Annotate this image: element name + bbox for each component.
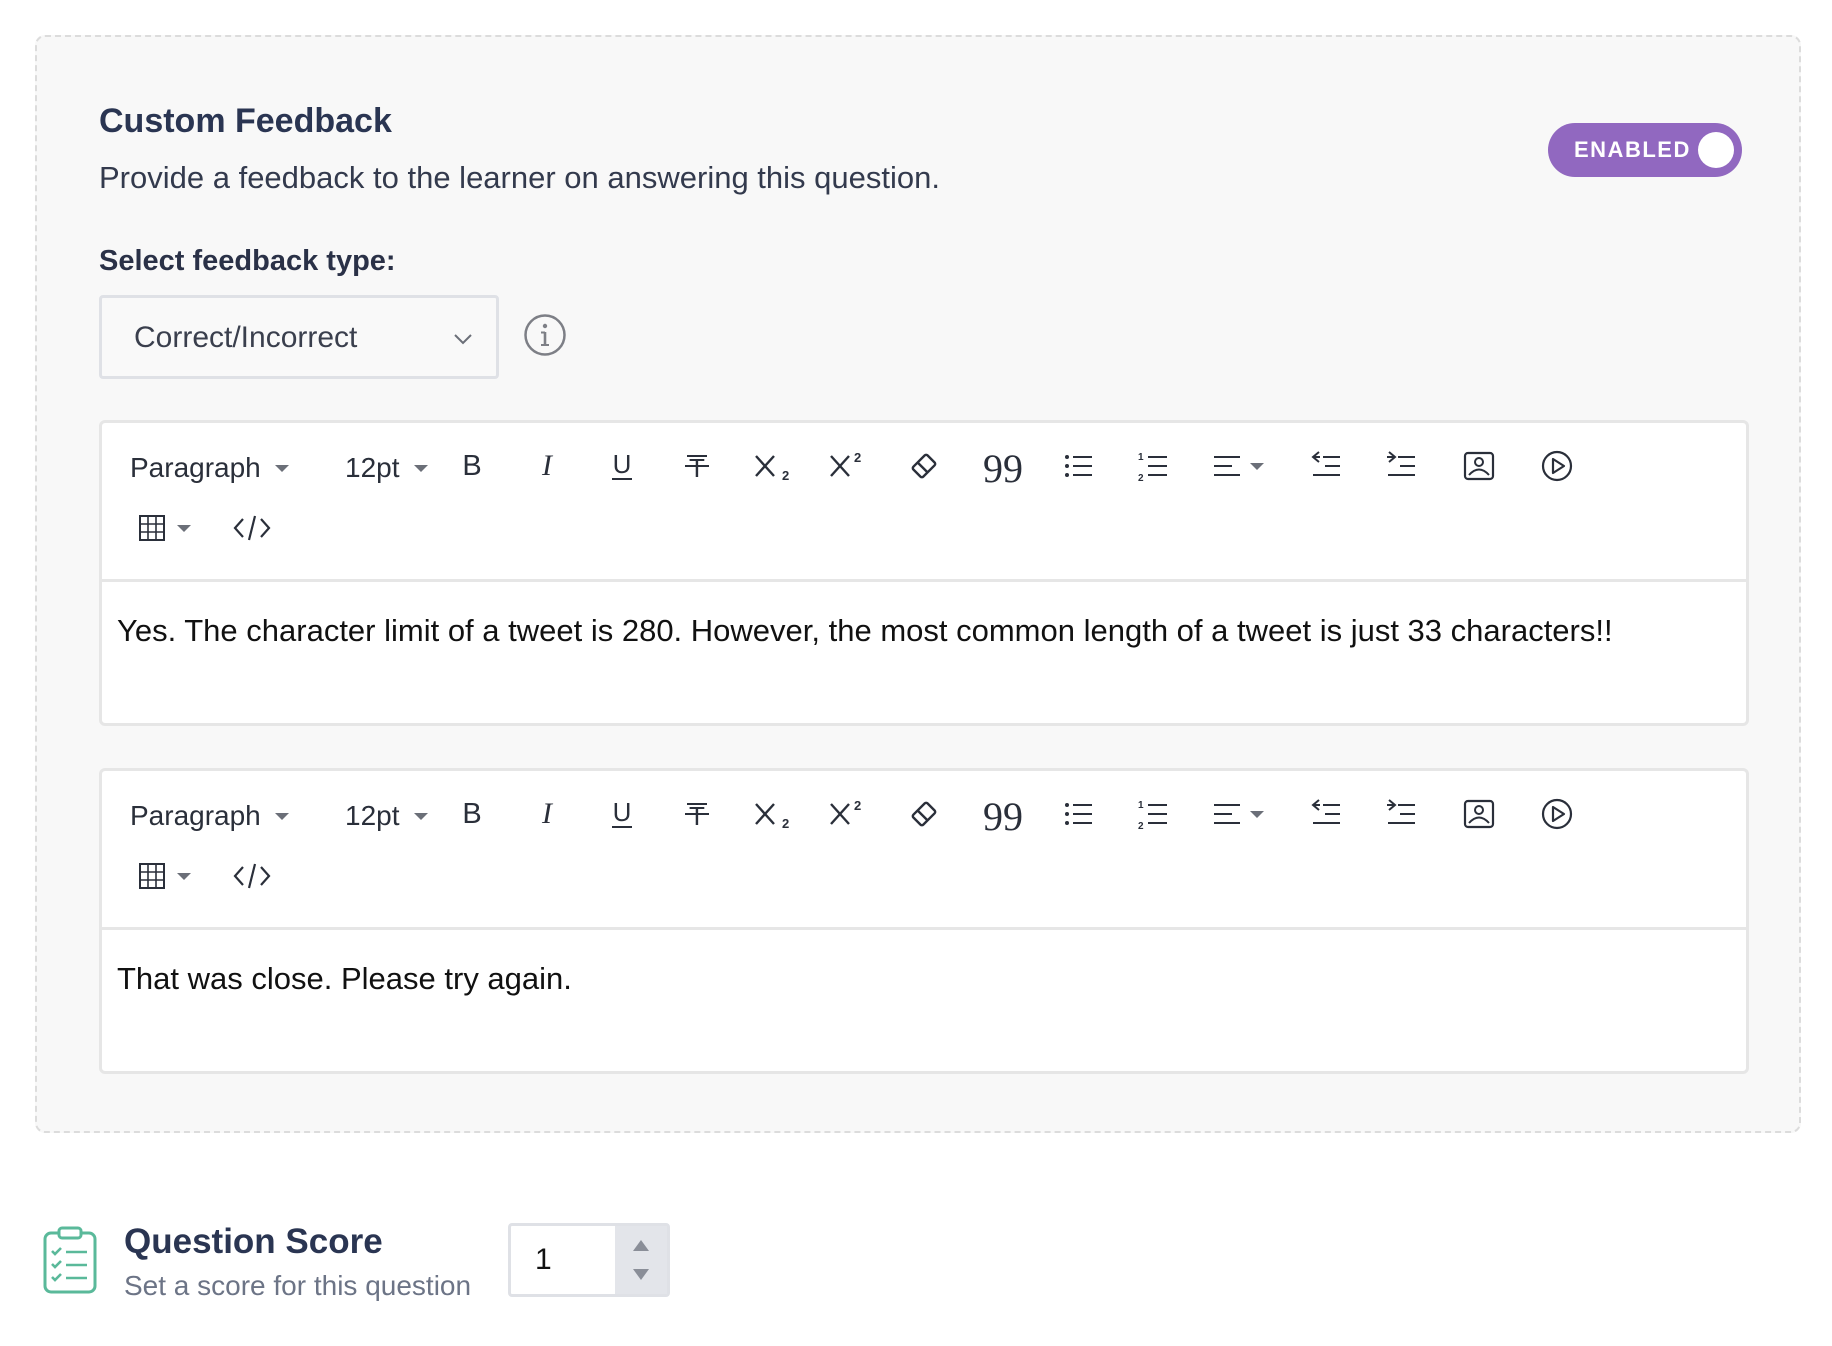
subscript-icon[interactable]: 2 bbox=[752, 448, 792, 484]
italic-icon[interactable]: I bbox=[529, 448, 565, 484]
info-icon[interactable] bbox=[523, 313, 567, 357]
svg-text:2: 2 bbox=[1138, 473, 1144, 484]
svg-text:T: T bbox=[689, 801, 705, 831]
svg-text:1: 1 bbox=[1138, 800, 1144, 811]
panel-title: Custom Feedback bbox=[99, 102, 392, 140]
blockquote-icon[interactable]: 99 bbox=[983, 448, 1023, 484]
bold-icon[interactable]: B bbox=[454, 796, 490, 832]
blockquote-icon[interactable]: 99 bbox=[983, 796, 1023, 832]
svg-text:2: 2 bbox=[854, 798, 861, 813]
underline-icon[interactable]: U bbox=[604, 448, 640, 484]
question-score-title: Question Score bbox=[124, 1222, 383, 1261]
font-size-label: 12pt bbox=[345, 452, 400, 483]
indent-icon[interactable] bbox=[1384, 448, 1420, 484]
editor-text[interactable]: Yes. The character limit of a tweet is 2… bbox=[117, 613, 1613, 649]
image-icon[interactable] bbox=[1461, 796, 1497, 832]
image-icon[interactable] bbox=[1461, 448, 1497, 484]
svg-text:2: 2 bbox=[1138, 821, 1144, 832]
code-icon[interactable] bbox=[232, 859, 272, 893]
editor-correct: Paragraph 12pt B I U T 2 2 99 12 Yes. Th… bbox=[99, 420, 1749, 726]
svg-text:U: U bbox=[613, 449, 632, 479]
block-format-dropdown[interactable]: Paragraph bbox=[130, 791, 289, 841]
media-icon[interactable] bbox=[1539, 796, 1575, 832]
clear-format-icon[interactable] bbox=[906, 448, 942, 484]
feedback-type-label: Select feedback type: bbox=[99, 245, 396, 277]
editor-text[interactable]: That was close. Please try again. bbox=[117, 961, 572, 997]
feedback-type-select[interactable]: Correct/Incorrect bbox=[99, 295, 499, 379]
block-format-dropdown[interactable]: Paragraph bbox=[130, 443, 289, 493]
table-icon[interactable] bbox=[137, 861, 191, 891]
font-size-dropdown[interactable]: 12pt bbox=[345, 791, 428, 841]
svg-text:I: I bbox=[541, 449, 554, 482]
svg-text:99: 99 bbox=[983, 796, 1023, 832]
panel-subtitle: Provide a feedback to the learner on ans… bbox=[99, 160, 940, 195]
table-icon[interactable] bbox=[137, 513, 191, 543]
strikethrough-icon[interactable]: T bbox=[679, 448, 715, 484]
clear-format-icon[interactable] bbox=[906, 796, 942, 832]
font-size-dropdown[interactable]: 12pt bbox=[345, 443, 428, 493]
strikethrough-icon[interactable]: T bbox=[679, 796, 715, 832]
numbered-list-icon[interactable]: 12 bbox=[1136, 796, 1172, 832]
question-score-subtitle: Set a score for this question bbox=[124, 1270, 472, 1301]
editor-toolbar: Paragraph 12pt B I U T 2 2 99 12 bbox=[102, 423, 1746, 582]
svg-text:U: U bbox=[613, 797, 632, 827]
toggle-label: ENABLED bbox=[1574, 137, 1691, 162]
outdent-icon[interactable] bbox=[1309, 448, 1345, 484]
bold-icon[interactable]: B bbox=[454, 448, 490, 484]
question-score-input[interactable]: 1 bbox=[508, 1223, 670, 1297]
code-icon[interactable] bbox=[232, 511, 272, 545]
svg-text:I: I bbox=[541, 797, 554, 830]
block-format-label: Paragraph bbox=[130, 452, 261, 483]
svg-text:B: B bbox=[462, 798, 481, 830]
spin-down-icon[interactable] bbox=[633, 1269, 649, 1280]
block-format-label: Paragraph bbox=[130, 800, 261, 831]
enabled-toggle[interactable]: ENABLED bbox=[1548, 123, 1742, 177]
indent-icon[interactable] bbox=[1384, 796, 1420, 832]
feedback-type-value: Correct/Incorrect bbox=[134, 321, 358, 354]
score-spinner bbox=[615, 1226, 667, 1294]
svg-text:T: T bbox=[689, 453, 705, 483]
underline-icon[interactable]: U bbox=[604, 796, 640, 832]
custom-feedback-panel: Custom Feedback Provide a feedback to th… bbox=[35, 35, 1801, 1133]
chevron-down-icon bbox=[454, 334, 472, 345]
numbered-list-icon[interactable]: 12 bbox=[1136, 448, 1172, 484]
svg-text:2: 2 bbox=[782, 816, 789, 831]
superscript-icon[interactable]: 2 bbox=[827, 796, 867, 832]
align-icon[interactable] bbox=[1210, 796, 1264, 832]
clipboard-checklist-icon bbox=[43, 1226, 97, 1294]
font-size-label: 12pt bbox=[345, 800, 400, 831]
svg-text:99: 99 bbox=[983, 448, 1023, 484]
svg-text:1: 1 bbox=[1138, 452, 1144, 463]
superscript-icon[interactable]: 2 bbox=[827, 448, 867, 484]
bullet-list-icon[interactable] bbox=[1061, 796, 1097, 832]
align-icon[interactable] bbox=[1210, 448, 1264, 484]
spin-up-icon[interactable] bbox=[633, 1240, 649, 1251]
outdent-icon[interactable] bbox=[1309, 796, 1345, 832]
svg-text:2: 2 bbox=[782, 468, 789, 483]
toggle-knob bbox=[1698, 132, 1734, 168]
svg-text:2: 2 bbox=[854, 450, 861, 465]
editor-incorrect: Paragraph 12pt B I U T 2 2 99 12 That wa… bbox=[99, 768, 1749, 1074]
svg-text:B: B bbox=[462, 450, 481, 482]
bullet-list-icon[interactable] bbox=[1061, 448, 1097, 484]
italic-icon[interactable]: I bbox=[529, 796, 565, 832]
media-icon[interactable] bbox=[1539, 448, 1575, 484]
subscript-icon[interactable]: 2 bbox=[752, 796, 792, 832]
editor-toolbar: Paragraph 12pt B I U T 2 2 99 12 bbox=[102, 771, 1746, 930]
score-value: 1 bbox=[535, 1243, 552, 1276]
